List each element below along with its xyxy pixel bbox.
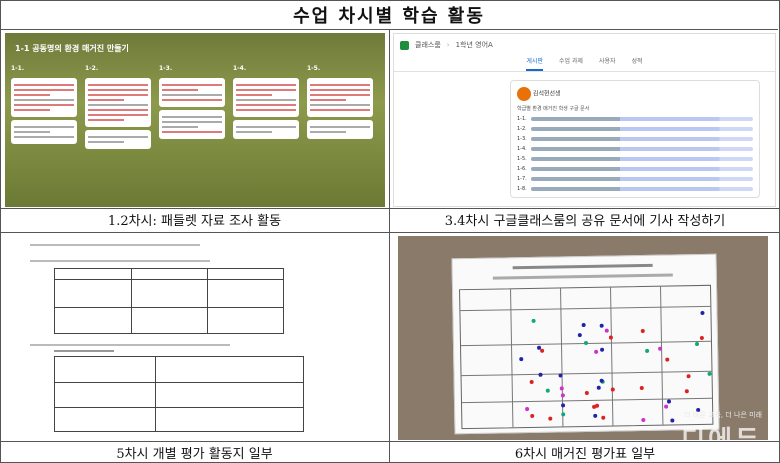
padlet-card <box>307 78 373 117</box>
worksheet-table <box>54 356 304 432</box>
padlet-column-header: 1-4. <box>233 65 247 72</box>
padlet-column: 1-3. <box>159 65 225 205</box>
sticker-dot <box>581 322 586 327</box>
padlet-card <box>11 78 77 117</box>
tab-people[interactable]: 사용자 <box>599 56 616 71</box>
caption-padlet: 1.2차시: 패들렛 자료 조사 활동 <box>0 208 389 230</box>
document-link-row[interactable]: 1-6. <box>517 166 753 172</box>
sticker-dot <box>700 335 705 340</box>
padlet-screenshot: 1-1 공동명의 환경 매거진 만들기 1-1. 1-2. 1-3. 1-4. … <box>5 33 385 207</box>
sticker-dot <box>639 385 644 390</box>
document-link-label: 1-5. <box>517 156 527 162</box>
sticker-dot <box>599 347 604 352</box>
divider-vertical <box>389 30 390 463</box>
padlet-column-header: 1-5. <box>307 65 321 72</box>
sticker-dot <box>610 387 615 392</box>
document-link-row[interactable]: 1-1. <box>517 116 753 122</box>
classroom-class-name: 1학년 영어A <box>455 41 493 49</box>
padlet-card <box>159 78 225 107</box>
sticker-dot <box>545 388 550 393</box>
sticker-dot <box>591 404 596 409</box>
divider-horizontal <box>0 232 780 233</box>
padlet-heading: 1-1 공동명의 환경 매거진 만들기 <box>15 44 129 53</box>
padlet-card <box>233 78 299 117</box>
sticker-dot <box>657 346 662 351</box>
document-link-row[interactable]: 1-7. <box>517 176 753 182</box>
chevron-right-icon: › <box>446 41 450 49</box>
sticker-dot <box>600 415 605 420</box>
padlet-column-header: 1-2. <box>85 65 99 72</box>
document-link-label: 1-1. <box>517 116 527 122</box>
watermark-tagline: 더 바른 교육, 더 나은 미래 <box>684 411 762 419</box>
document-link-row[interactable]: 1-4. <box>517 146 753 152</box>
document-link-label: 1-3. <box>517 136 527 142</box>
classroom-header: 클래스룸 › 1학년 영어A <box>394 34 775 56</box>
avatar <box>517 87 531 101</box>
sticker-dot <box>669 418 675 423</box>
document-link-row[interactable]: 1-8. <box>517 186 753 192</box>
padlet-card <box>307 120 373 139</box>
tab-stream[interactable]: 게시판 <box>526 56 543 71</box>
document-link-row[interactable]: 1-5. <box>517 156 753 162</box>
padlet-column: 1-1. <box>11 65 77 205</box>
classroom-app-name: 클래스룸 <box>415 41 441 49</box>
tab-classwork[interactable]: 수업 과제 <box>559 56 583 71</box>
document-link-label: 1-4. <box>517 146 527 152</box>
document-link-label: 1-2. <box>517 126 527 132</box>
document-link-row[interactable]: 1-3. <box>517 136 753 142</box>
caption-board: 6차시 매거진 평가표 일부 <box>390 441 780 463</box>
document-link-label: 1-8. <box>517 186 527 192</box>
sticker-dot <box>518 356 523 361</box>
sticker-dot <box>699 310 705 315</box>
sticker-dot <box>641 417 646 422</box>
tab-grades[interactable]: 성적 <box>632 56 643 71</box>
document-link-row[interactable]: 1-2. <box>517 126 753 132</box>
padlet-column: 1-2. <box>85 65 151 205</box>
document-link-label: 1-7. <box>517 176 527 182</box>
post-author: 김석현선생 <box>532 90 561 98</box>
sticker-dot <box>707 371 712 376</box>
sticker-dot <box>645 348 650 353</box>
padlet-column-header: 1-1. <box>11 65 25 72</box>
sticker-dot <box>608 335 613 340</box>
classroom-tabs: 게시판 수업 과제 사용자 성적 <box>394 56 775 72</box>
padlet-column-header: 1-3. <box>159 65 173 72</box>
padlet-card <box>233 120 299 139</box>
document-link-label: 1-6. <box>517 166 527 172</box>
worksheet-screenshot <box>24 236 364 436</box>
classroom-post: 김석현선생 학급별 환경 매거진 학생 구글 문서 1-1. 1-2. 1-3. 1-… <box>510 80 760 198</box>
padlet-card <box>11 120 77 144</box>
classroom-screenshot: 클래스룸 › 1학년 영어A 게시판 수업 과제 사용자 성적 김석현선생 학급… <box>393 33 776 207</box>
sticker-dot <box>583 340 588 346</box>
page-title: 수업 차시별 학습 활동 <box>0 0 778 30</box>
sticker-dot <box>538 372 543 377</box>
caption-classroom: 3.4차시 구글클래스룸의 공유 문서에 기사 작성하기 <box>390 208 780 230</box>
evaluation-sheet <box>451 253 720 435</box>
caption-worksheet: 5차시 개별 평가 활동지 일부 <box>0 441 389 463</box>
sticker-dot <box>694 342 699 347</box>
classroom-logo-icon <box>400 40 409 50</box>
sticker-dot <box>524 406 529 411</box>
padlet-column: 1-5. <box>307 65 373 205</box>
post-text: 학급별 환경 매거진 학생 구글 문서 <box>517 106 590 112</box>
worksheet-table <box>54 268 284 334</box>
padlet-card <box>85 78 151 127</box>
sticker-dot <box>558 373 563 378</box>
padlet-card <box>159 110 225 139</box>
sticker-dot <box>560 403 565 408</box>
padlet-column: 1-4. <box>233 65 299 205</box>
padlet-card <box>85 130 151 149</box>
